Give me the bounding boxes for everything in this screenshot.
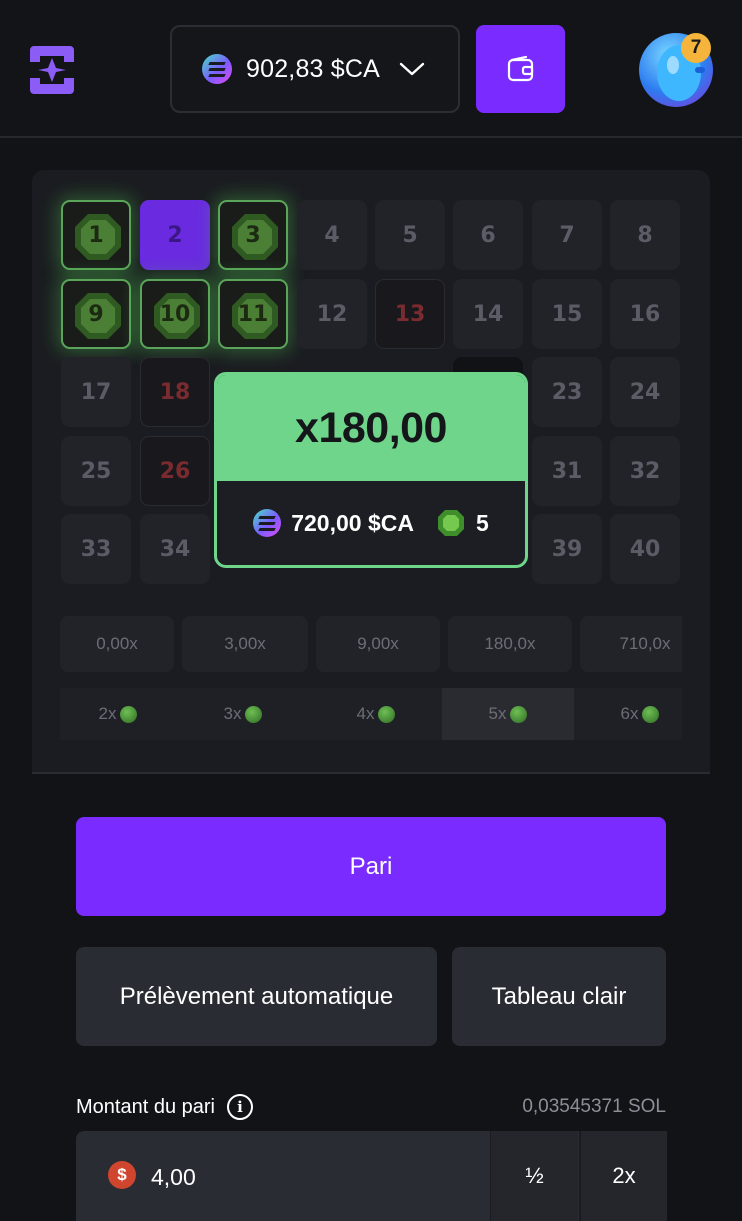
tile-gem[interactable]: 3 xyxy=(218,200,288,270)
bet-amount-input[interactable]: 4,00 xyxy=(151,1164,196,1191)
multiplier-cell: 180,0x xyxy=(448,616,572,672)
bet-amount-label: Montant du pari xyxy=(76,1095,215,1118)
tile-miss[interactable]: 26 xyxy=(140,436,210,506)
gem-icon xyxy=(642,705,660,723)
tile[interactable]: 34 xyxy=(140,514,210,584)
multiplier-cell: 9,00x xyxy=(316,616,440,672)
auto-bet-button[interactable]: Prélèvement automatique xyxy=(76,947,437,1046)
dollar-icon: $ xyxy=(108,1161,136,1189)
gem-count-label: 3x xyxy=(223,704,242,723)
level-badge: 7 xyxy=(681,33,711,63)
win-payout: 720,00 $CA xyxy=(291,509,414,536)
wallet-button[interactable] xyxy=(476,25,565,113)
win-popup: x180,00 720,00 $CA 5 xyxy=(214,372,528,568)
gem-icon xyxy=(120,705,138,723)
tile[interactable]: 23 xyxy=(532,357,602,427)
gem-count-cell: 4x xyxy=(310,688,442,740)
gem-count-cell: 6x xyxy=(574,688,682,740)
bet-button[interactable]: Pari xyxy=(76,817,666,916)
gem-count-label: 2x xyxy=(98,704,117,723)
coin-icon xyxy=(253,509,282,537)
chevron-down-icon xyxy=(399,62,425,76)
wallet-icon xyxy=(507,55,533,82)
tile-number: 11 xyxy=(237,301,269,327)
tile[interactable]: 39 xyxy=(532,514,602,584)
tile[interactable]: 8 xyxy=(610,200,680,270)
gem-icon xyxy=(437,510,464,536)
gem-icon xyxy=(378,705,396,723)
info-icon[interactable]: i xyxy=(226,1094,253,1120)
bet-amount-label-group: Montant du pari i xyxy=(76,1094,253,1120)
tile[interactable]: 5 xyxy=(375,200,445,270)
tile[interactable]: 12 xyxy=(297,279,367,349)
gem-count-cell-active: 5x xyxy=(442,688,574,740)
tile[interactable]: 25 xyxy=(61,436,131,506)
tile-miss[interactable]: 13 xyxy=(375,279,445,349)
sol-equivalent: 0,03545371 SOL xyxy=(522,1096,666,1117)
gem-count-cell: 3x xyxy=(176,688,310,740)
tile[interactable]: 14 xyxy=(453,279,523,349)
gem-count-label: 5x xyxy=(488,704,507,723)
tile[interactable]: 32 xyxy=(610,436,680,506)
tile[interactable]: 33 xyxy=(61,514,131,584)
tile[interactable]: 16 xyxy=(610,279,680,349)
tile-number: 1 xyxy=(88,222,104,248)
top-bar: 902,83 $CA 7 xyxy=(0,0,742,138)
multiplier-cell: 3,00x xyxy=(182,616,308,672)
tile[interactable]: 6 xyxy=(453,200,523,270)
balance-amount: 902,83 $CA xyxy=(246,54,381,83)
gem-count-label: 4x xyxy=(356,704,375,723)
tile-number: 10 xyxy=(159,301,191,327)
tile-gem[interactable]: 11 xyxy=(218,279,288,349)
tile-gem[interactable]: 9 xyxy=(61,279,131,349)
win-gem-count: 5 xyxy=(475,509,489,536)
tile-miss[interactable]: 18 xyxy=(140,357,210,427)
tile[interactable]: 31 xyxy=(532,436,602,506)
tile-number: 3 xyxy=(245,222,261,248)
gem-count-row: 2x 3x 4x 5x 6x xyxy=(60,688,682,740)
gem-count-cell: 2x xyxy=(60,688,176,740)
tile[interactable]: 40 xyxy=(610,514,680,584)
tile[interactable]: 4 xyxy=(297,200,367,270)
gem-icon xyxy=(510,705,528,723)
section-divider xyxy=(32,772,710,774)
win-details: 720,00 $CA 5 xyxy=(217,481,525,565)
tile-gem[interactable]: 10 xyxy=(140,279,210,349)
balance-selector[interactable]: 902,83 $CA xyxy=(170,25,460,113)
logo-icon[interactable] xyxy=(28,42,76,98)
tile-number: 9 xyxy=(88,301,104,327)
multiplier-cell: 0,00x xyxy=(60,616,174,672)
bet-amount-field[interactable]: $ 4,00 ½ 2x xyxy=(76,1131,667,1221)
tile-gem[interactable]: 1 xyxy=(61,200,131,270)
win-multiplier: x180,00 xyxy=(217,375,525,481)
tile-selected[interactable]: 2 xyxy=(140,200,210,270)
tile[interactable]: 15 xyxy=(532,279,602,349)
tile[interactable]: 24 xyxy=(610,357,680,427)
tile[interactable]: 7 xyxy=(532,200,602,270)
gem-count-label: 6x xyxy=(620,704,639,723)
multiplier-cell: 710,0x xyxy=(580,616,682,672)
clear-board-button[interactable]: Tableau clair xyxy=(452,947,666,1046)
coin-icon xyxy=(202,54,232,84)
gem-icon xyxy=(245,705,263,723)
tile[interactable]: 17 xyxy=(61,357,131,427)
double-bet-button[interactable]: 2x xyxy=(579,1131,667,1221)
multiplier-row: 0,00x 3,00x 9,00x 180,0x 710,0x xyxy=(60,616,682,672)
half-bet-button[interactable]: ½ xyxy=(490,1131,578,1221)
